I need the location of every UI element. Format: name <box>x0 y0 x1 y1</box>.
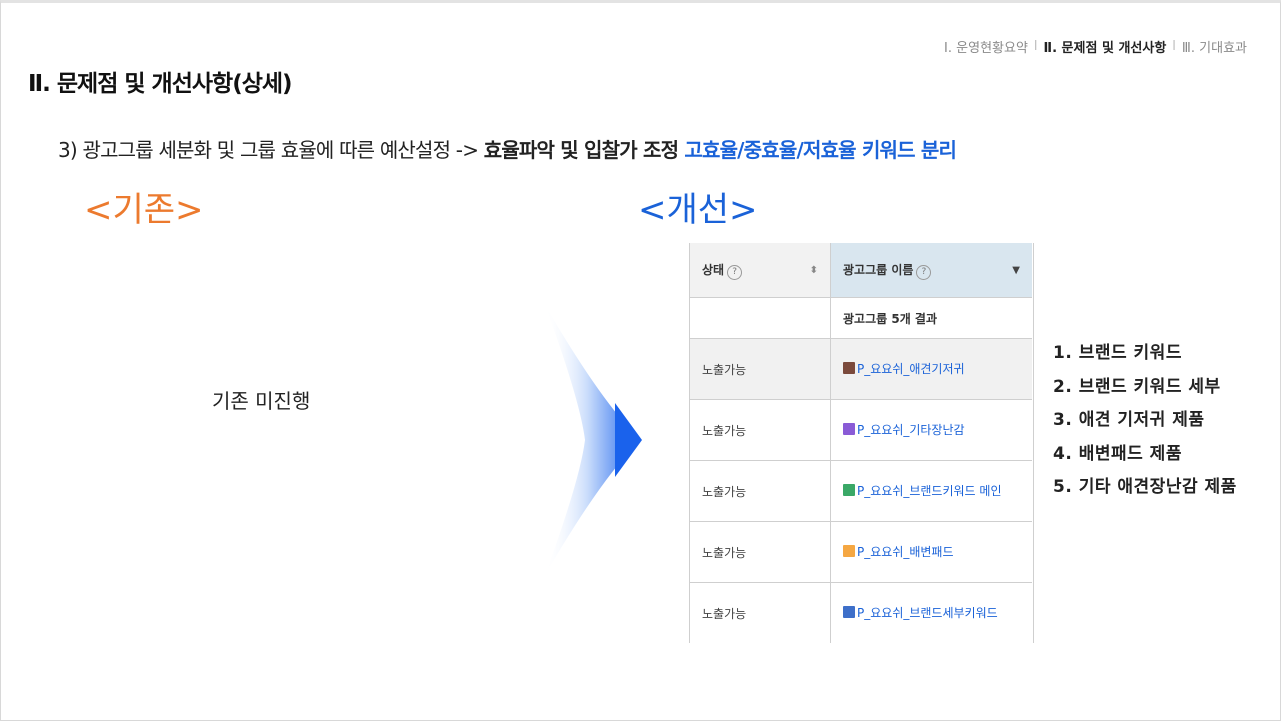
keyword-group-list: 1. 브랜드 키워드 2. 브랜드 키워드 세부 3. 애견 기저귀 제품 4.… <box>1053 338 1237 506</box>
subtitle-highlight: 고효율/중효율/저효율 키워드 분리 <box>684 138 957 162</box>
status-cell: 노출가능 <box>690 399 831 461</box>
nav-separator: l <box>1033 39 1038 54</box>
table-row[interactable]: 노출가능 P_요요쉬_배변패드 <box>690 521 1032 583</box>
ad-group-link[interactable]: P_요요쉬_기타장난감 <box>857 423 965 437</box>
column-header-status[interactable]: 상태? ⬍ <box>690 243 831 298</box>
before-label: <기존> <box>84 190 204 230</box>
status-cell: 노출가능 <box>690 338 831 400</box>
list-item: 3. 애견 기저귀 제품 <box>1053 410 1205 430</box>
ad-group-table: 상태? ⬍ 광고그룹 이름? ▼ 광고그룹 5개 결과 노출가능 P_요요쉬_애… <box>689 243 1034 643</box>
status-cell: 노출가능 <box>690 521 831 583</box>
after-label: <개선> <box>638 190 758 230</box>
list-item: 5. 기타 애견장난감 제품 <box>1053 477 1237 497</box>
help-icon[interactable]: ? <box>916 264 932 280</box>
table-row[interactable]: 노출가능 P_요요쉬_브랜드세부키워드 <box>690 582 1032 643</box>
color-swatch <box>843 606 855 618</box>
list-item: 2. 브랜드 키워드 세부 <box>1053 376 1221 397</box>
column-header-name[interactable]: 광고그룹 이름? ▼ <box>830 243 1032 298</box>
help-icon[interactable]: ? <box>727 264 743 280</box>
color-swatch <box>843 362 855 374</box>
nav-item-problems[interactable]: Ⅱ. 문제점 및 개선사항 <box>1044 37 1167 56</box>
list-item: 4. 배변패드 제품 <box>1053 443 1182 464</box>
chevron-down-icon[interactable]: ▼ <box>1012 265 1020 276</box>
ad-group-link[interactable]: P_요요쉬_브랜드세부키워드 <box>857 606 998 620</box>
section-nav: Ⅰ. 운영현황요약 l Ⅱ. 문제점 및 개선사항 l Ⅲ. 기대효과 <box>944 37 1247 56</box>
subtitle-part-1: 3) 광고그룹 세분화 및 그룹 효율에 따른 예산설정 -> <box>58 138 484 162</box>
color-swatch <box>843 545 855 557</box>
column-name-label: 광고그룹 이름 <box>843 262 914 277</box>
summary-row: 광고그룹 5개 결과 <box>690 297 1032 339</box>
summary-empty-cell <box>690 297 831 339</box>
nav-separator: l <box>1172 39 1176 54</box>
color-swatch <box>843 484 855 496</box>
status-cell: 노출가능 <box>690 460 831 522</box>
page-title: Ⅱ. 문제점 및 개선사항(상세) <box>28 71 293 97</box>
nav-item-effects[interactable]: Ⅲ. 기대효과 <box>1182 37 1247 56</box>
subtitle: 3) 광고그룹 세분화 및 그룹 효율에 따른 예산설정 -> 효율파악 및 입… <box>58 134 957 163</box>
ad-group-link[interactable]: P_요요쉬_브랜드키워드 메인 <box>857 484 1002 498</box>
subtitle-part-2: 효율파악 및 입찰가 조정 <box>483 138 685 162</box>
summary-count: 광고그룹 5개 결과 <box>830 297 1032 339</box>
table-row[interactable]: 노출가능 P_요요쉬_기타장난감 <box>690 399 1032 461</box>
column-status-label: 상태 <box>702 262 725 277</box>
before-description: 기존 미진행 <box>212 389 311 413</box>
color-swatch <box>843 423 855 435</box>
sort-icon[interactable]: ⬍ <box>810 265 818 276</box>
status-cell: 노출가능 <box>690 582 831 643</box>
chevron-arrow-icon <box>545 305 642 575</box>
ad-group-link[interactable]: P_요요쉬_배변패드 <box>857 545 954 559</box>
list-item: 1. 브랜드 키워드 <box>1053 343 1182 363</box>
nav-item-summary[interactable]: Ⅰ. 운영현황요약 <box>944 37 1028 56</box>
table-row[interactable]: 노출가능 P_요요쉬_브랜드키워드 메인 <box>690 460 1032 522</box>
table-row[interactable]: 노출가능 P_요요쉬_애견기저귀 <box>690 338 1032 400</box>
ad-group-link[interactable]: P_요요쉬_애견기저귀 <box>857 362 965 376</box>
